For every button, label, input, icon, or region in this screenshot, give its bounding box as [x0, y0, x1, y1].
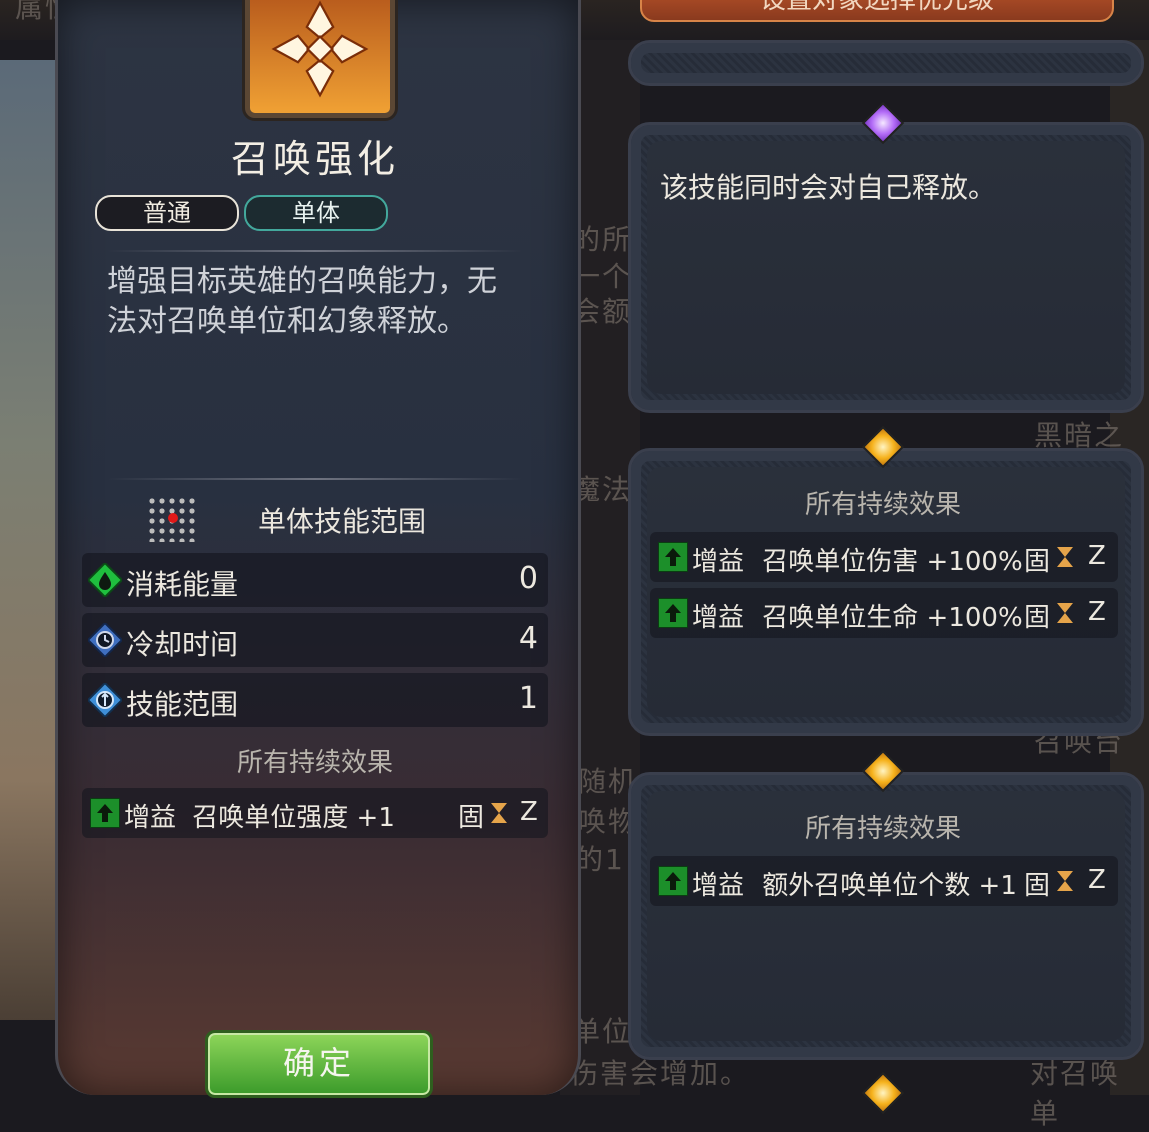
- cooldown-clock-icon: [88, 623, 122, 657]
- effects-heading: 所有持续效果: [804, 490, 961, 520]
- range-center-marker: [168, 513, 178, 523]
- stat-value: 4: [518, 621, 538, 656]
- effect-duration: Z: [520, 797, 538, 827]
- effect-description: 召唤单位强度 +1: [192, 803, 395, 833]
- tag-normal: 普通: [95, 195, 239, 231]
- buff-up-arrow-icon: [658, 866, 688, 896]
- card-partial-top: [628, 40, 1144, 86]
- stat-row-range: 技能范围 1: [82, 673, 548, 727]
- bg-text: 对召唤单: [1030, 1057, 1121, 1130]
- divider: [108, 250, 522, 252]
- effects-heading: 所有持续效果: [804, 814, 961, 844]
- hourglass-icon: [1057, 603, 1073, 623]
- effect-duration-prefix: 固: [458, 803, 485, 833]
- hourglass-icon: [491, 803, 507, 823]
- effect-description: 额外召唤单位个数 +1: [762, 871, 1017, 901]
- bg-text: 会额: [572, 295, 633, 328]
- background-scene: [0, 60, 60, 1020]
- gold-gem-icon: [861, 1071, 905, 1115]
- skill-emblem: [245, 0, 395, 118]
- effect-row: 增益 召唤单位强度 +1 固 Z: [82, 788, 548, 838]
- energy-drop-icon: [88, 563, 122, 597]
- buff-up-arrow-icon: [658, 598, 688, 628]
- range-target-icon: [88, 683, 122, 717]
- effect-duration-prefix: 固: [1024, 603, 1051, 633]
- stat-label: 消耗能量: [126, 568, 239, 601]
- bg-text: 的1: [575, 843, 625, 876]
- skill-description: 增强目标英雄的召唤能力，无法对召唤单位和幻象释放。: [107, 264, 497, 339]
- effect-type: 增益: [124, 803, 177, 833]
- effect-row: 增益 召唤单位伤害 +100% 固 Z: [650, 532, 1118, 582]
- summon-enhance-icon: [271, 0, 369, 98]
- bg-text: 单位: [572, 1015, 633, 1048]
- bg-text: 一个: [572, 260, 633, 293]
- effects-heading: 所有持续效果: [236, 748, 393, 778]
- stat-row-cooldown: 冷却时间 4: [82, 613, 548, 667]
- effect-duration-prefix: 固: [1024, 871, 1051, 901]
- stat-label: 技能范围: [126, 688, 239, 721]
- buff-up-arrow-icon: [90, 798, 120, 828]
- skill-title: 召唤强化: [230, 137, 399, 181]
- confirm-button[interactable]: 确定: [205, 1030, 433, 1098]
- stat-value: 0: [518, 561, 538, 596]
- buff-up-arrow-icon: [658, 542, 688, 572]
- effect-description: 召唤单位生命 +100%: [762, 603, 1023, 633]
- hourglass-icon: [1057, 547, 1073, 567]
- bg-text: 的所: [572, 223, 633, 256]
- effect-type: 增益: [692, 603, 745, 633]
- effect-description: 召唤单位伤害 +100%: [762, 547, 1023, 577]
- stat-row-energy: 消耗能量 0: [82, 553, 548, 607]
- effect-duration-prefix: 固: [1024, 547, 1051, 577]
- effect-row: 增益 额外召唤单位个数 +1 固 Z: [650, 856, 1118, 906]
- stat-value: 1: [518, 681, 538, 716]
- divider: [108, 478, 522, 480]
- self-cast-note: 该技能同时会对自己释放。: [660, 171, 997, 204]
- effect-duration: Z: [1088, 597, 1106, 627]
- effect-duration: Z: [1088, 865, 1106, 895]
- stat-label: 冷却时间: [126, 628, 239, 661]
- hourglass-icon: [1057, 871, 1073, 891]
- effect-type: 增益: [692, 547, 745, 577]
- effect-type: 增益: [692, 871, 745, 901]
- priority-banner[interactable]: 设置对象选择优先级: [640, 0, 1114, 22]
- range-label: 单体技能范围: [258, 505, 427, 538]
- bg-text: 魔法: [572, 473, 633, 506]
- effect-row: 增益 召唤单位生命 +100% 固 Z: [650, 588, 1118, 638]
- effect-duration: Z: [1088, 541, 1106, 571]
- tag-single-target: 单体: [244, 195, 388, 231]
